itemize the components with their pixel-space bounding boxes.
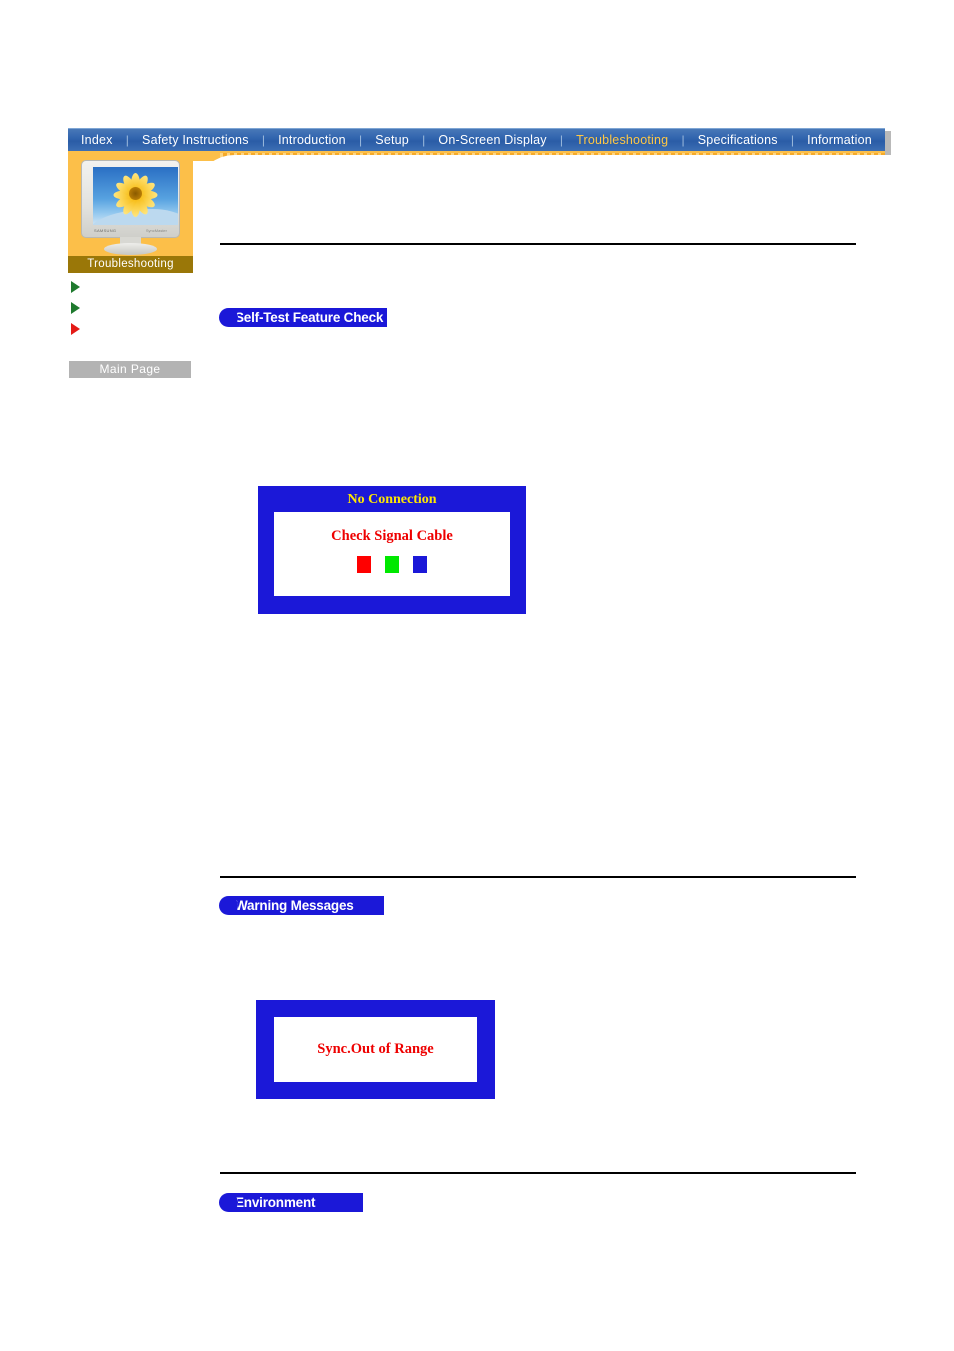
main-navigation-bar: Index | Safety Instructions | Introducti… [68,128,885,151]
monitor-thumbnail-icon: SAMSUNG SyncMaster [77,160,184,256]
nav-separator: | [125,133,129,147]
bullet-circle-icon [219,1192,238,1212]
sidebar-link-3[interactable] [71,323,85,336]
nav-separator: | [359,133,363,147]
section-header-environment: Environment [219,1192,364,1212]
osd-sync-out-of-range-dialog: Sync.Out of Range [256,1000,495,1099]
bullet-circle-icon [219,895,238,915]
bullet-circle-icon [219,307,238,327]
nav-item-on-screen-display[interactable]: On-Screen Display [431,129,553,151]
content-area-background [235,155,895,225]
section-title-self-test: Self-Test Feature Check [229,307,388,327]
main-page-button[interactable]: Main Page [69,361,191,378]
osd-sync-panel: Sync.Out of Range [274,1017,477,1082]
nav-item-introduction[interactable]: Introduction [271,129,353,151]
green-swatch [385,556,399,573]
section-header-warning-messages: Warning Messages [219,895,384,915]
nav-separator: | [790,133,794,147]
nav-item-safety-instructions[interactable]: Safety Instructions [135,129,256,151]
green-arrow-icon [71,302,80,314]
nav-separator: | [422,133,426,147]
nav-separator: | [681,133,685,147]
monitor-brand-label: SAMSUNG [94,228,117,233]
blue-swatch [413,556,427,573]
monitor-base [104,243,157,255]
nav-item-setup[interactable]: Setup [368,129,416,151]
nav-item-information[interactable]: Information [800,129,879,151]
osd-no-connection-message: Check Signal Cable [331,528,453,544]
section-title-warning-messages: Warning Messages [229,895,384,915]
sidebar-section-caption: Troubleshooting [68,256,193,273]
monitor-screen [93,167,178,225]
monitor-model-label: SyncMaster [145,228,167,233]
osd-rgb-swatch-group [274,556,510,573]
divider-environment [220,1172,856,1174]
sidebar-link-1[interactable] [71,281,85,294]
monitor-case: SAMSUNG SyncMaster [81,160,180,238]
sunflower-icon [113,171,159,217]
divider-warning-messages [220,876,856,878]
red-arrow-icon [71,323,80,335]
section-header-self-test: Self-Test Feature Check [219,307,388,327]
nav-item-troubleshooting[interactable]: Troubleshooting [569,129,675,151]
nav-separator: | [559,133,563,147]
nav-separator: | [261,133,265,147]
nav-item-index[interactable]: Index [74,129,120,151]
osd-no-connection-panel: Check Signal Cable [274,512,510,596]
nav-item-specifications[interactable]: Specifications [691,129,785,151]
sidebar-link-2[interactable] [71,302,85,315]
red-swatch [357,556,371,573]
section-title-environment: Environment [229,1192,364,1212]
osd-no-connection-dialog: No Connection Check Signal Cable [258,486,526,614]
sunflower-center [129,187,142,201]
osd-no-connection-title: No Connection [347,492,437,507]
green-arrow-icon [71,281,80,293]
osd-sync-message: Sync.Out of Range [317,1041,434,1057]
divider-top [220,243,856,245]
